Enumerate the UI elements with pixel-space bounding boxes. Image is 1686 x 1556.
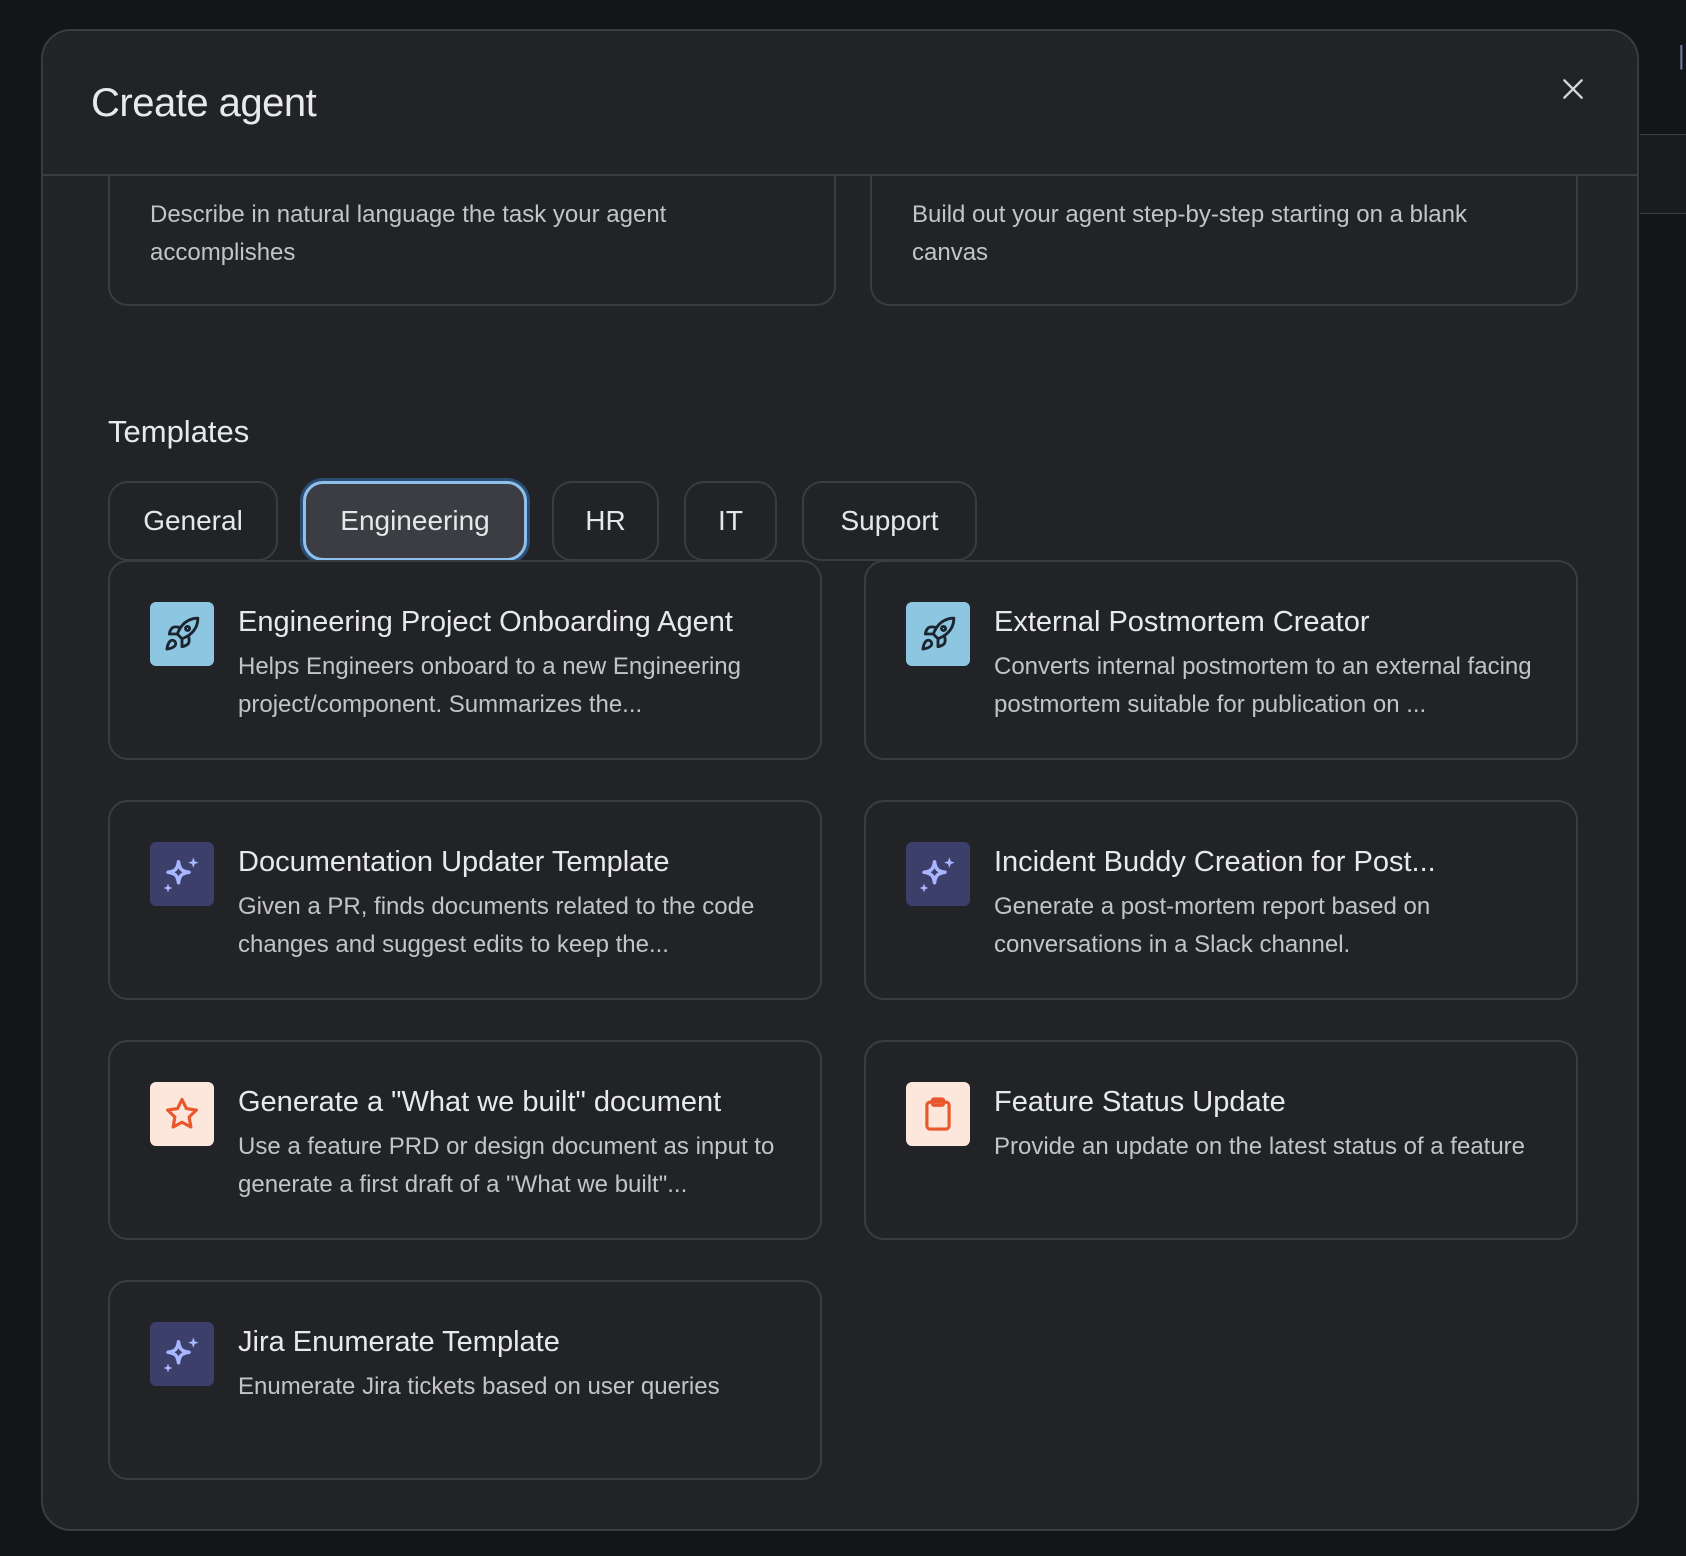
template-description: Converts internal postmortem to an exter… [994,653,1532,718]
template-card[interactable]: Generate a "What we built" document Use a… [108,1040,822,1240]
template-card[interactable]: Engineering Project Onboarding Agent Help… [108,560,822,760]
template-description: Use a feature PRD or design document as … [238,1133,775,1198]
template-card[interactable]: Documentation Updater Template Given a PR… [108,800,822,1000]
template-card[interactable]: Feature Status Update Provide an update o… [864,1040,1578,1240]
modal-title: Create agent [91,81,317,125]
template-card[interactable]: External Postmortem Creator Converts inte… [864,560,1578,760]
tab-general[interactable]: General [108,481,278,561]
template-title: External Postmortem Creator [994,606,1370,638]
template-title: Engineering Project Onboarding Agent [238,606,733,638]
rocket-icon [906,602,970,666]
template-description: Given a PR, finds documents related to t… [238,893,755,958]
background-partial-glyph: | [1678,40,1685,70]
modal-header: Create agent [43,31,1637,176]
sparkle-icon [150,1322,214,1386]
create-agent-modal: Create agent Describe in natural languag… [41,29,1639,1531]
template-title: Jira Enumerate Template [238,1326,560,1358]
close-icon [1563,79,1583,99]
template-description: Enumerate Jira tickets based on user que… [238,1373,720,1400]
modal-body: Describe in natural language the task yo… [43,136,1637,1529]
template-title: Feature Status Update [994,1086,1286,1118]
template-description: Helps Engineers onboard to a new Enginee… [238,653,742,718]
template-title: Documentation Updater Template [238,846,670,878]
templates-heading: Templates [108,414,250,449]
background-panel-edge [1640,134,1686,214]
tab-hr[interactable]: HR [552,481,659,561]
template-title: Generate a "What we built" document [238,1086,722,1118]
rocket-icon [150,602,214,666]
template-title: Incident Buddy Creation for Post... [994,846,1436,878]
start-option-description: Describe in natural language the task yo… [150,201,667,266]
star-icon [150,1082,214,1146]
close-button[interactable] [1551,67,1595,111]
tab-support[interactable]: Support [802,481,977,561]
clipboard-icon [906,1082,970,1146]
tab-engineering[interactable]: Engineering [303,481,527,561]
template-card[interactable]: Incident Buddy Creation for Post... Gener… [864,800,1578,1000]
sparkle-icon [150,842,214,906]
template-description: Provide an update on the latest status o… [994,1133,1526,1160]
template-description: Generate a post-mortem report based on c… [994,893,1431,958]
sparkle-icon [906,842,970,906]
template-card[interactable]: Jira Enumerate Template Enumerate Jira ti… [108,1280,822,1480]
start-option-description: Build out your agent step-by-step starti… [912,201,1467,266]
tab-it[interactable]: IT [684,481,777,561]
